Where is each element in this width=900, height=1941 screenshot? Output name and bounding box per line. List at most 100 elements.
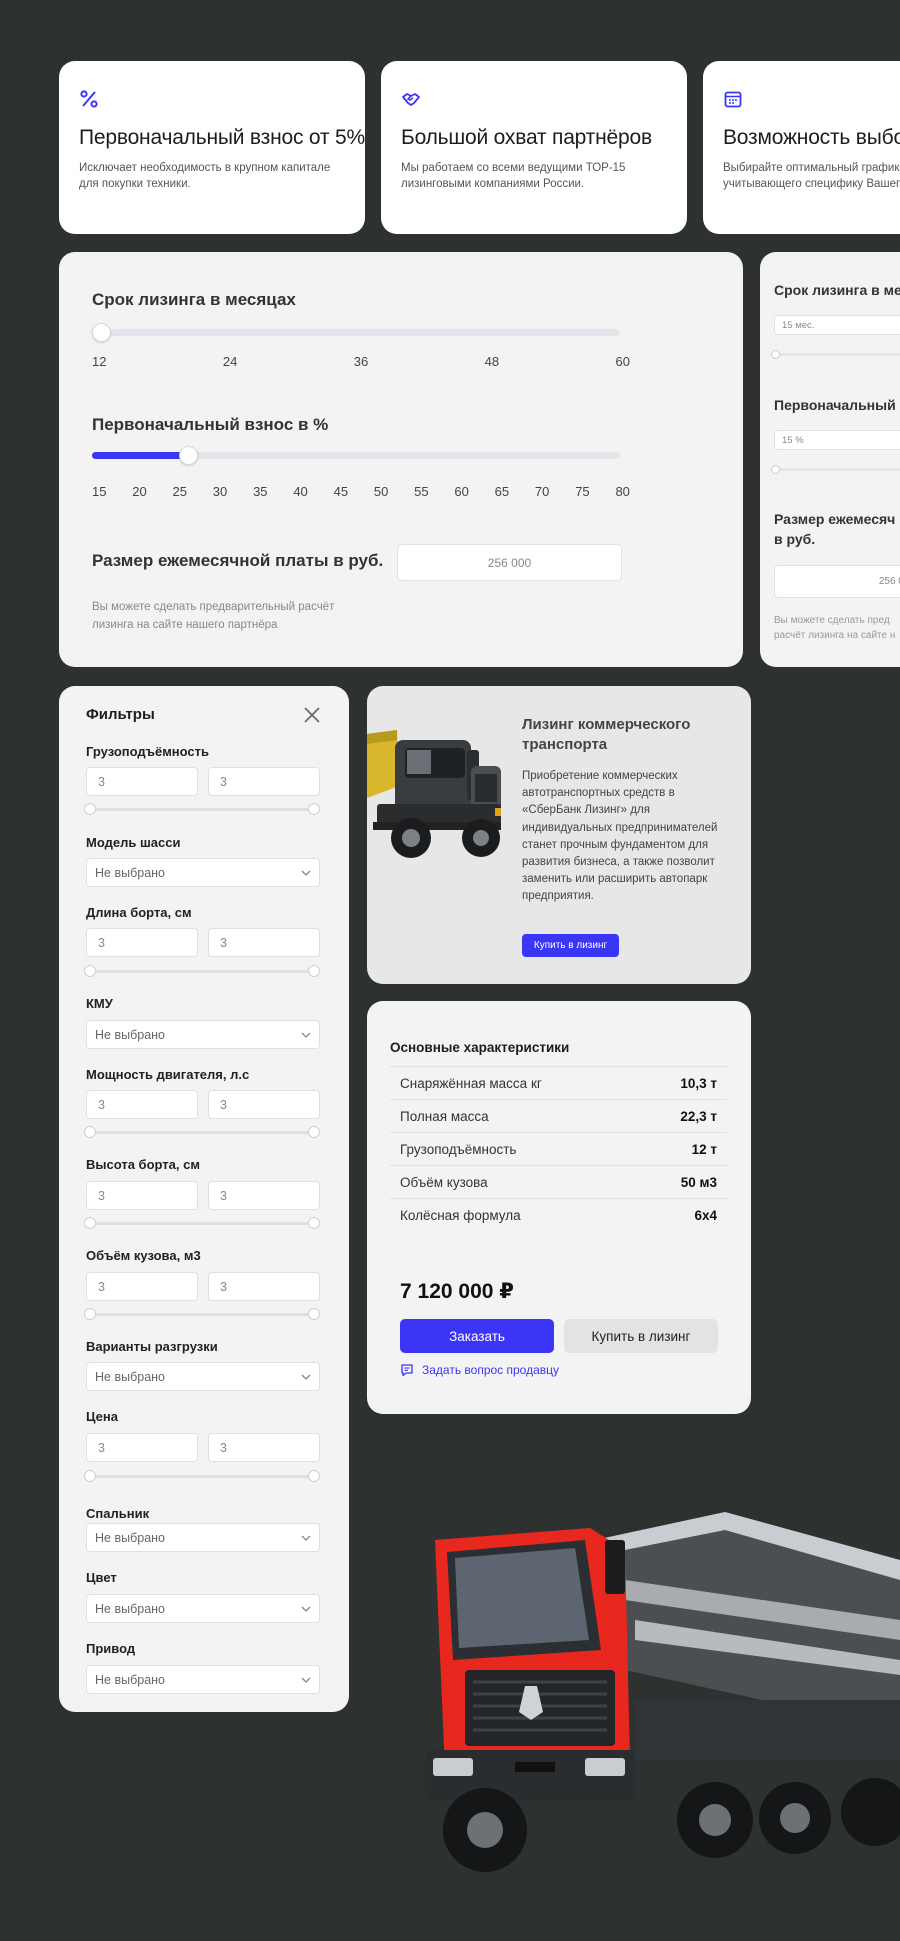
term-slider-thumb[interactable] (92, 323, 111, 342)
range-handle-min[interactable] (84, 1126, 96, 1138)
range-handle-max[interactable] (308, 965, 320, 977)
term-ticks: 12 24 36 48 60 (92, 354, 630, 369)
body-volume-to-input[interactable]: 3 (208, 1272, 320, 1301)
spec-name: Грузоподъёмность (400, 1141, 517, 1157)
range-handle-min[interactable] (84, 803, 96, 815)
down-payment-label: Первоначальный взнос в % (92, 415, 329, 434)
calendar-icon (724, 91, 742, 108)
price: 7 120 000 ₽ (400, 1280, 514, 1303)
term-slider[interactable] (92, 323, 620, 342)
chevron-down-icon (301, 1535, 311, 1541)
down-payment-tick-label: 55 (414, 484, 429, 499)
side-length-from-input[interactable]: 3 (86, 928, 198, 957)
drive-value: Не выбрано (95, 1673, 165, 1687)
load-capacity-to-input[interactable]: 3 (208, 767, 320, 796)
side-height-from-input[interactable]: 3 (86, 1181, 198, 1210)
compact-down-slider[interactable] (771, 465, 900, 474)
specs-table: Снаряжённая масса кг 10,3 т Полная масса 2… (390, 1066, 727, 1231)
filter-engine-power-range: 3 3 (86, 1090, 320, 1119)
filter-drive-label: Привод (86, 1641, 136, 1656)
compact-down-thumb[interactable] (771, 465, 780, 474)
down-payment-ticks: 15 20 25 30 35 40 45 50 55 60 65 70 75 80 (92, 484, 630, 499)
range-handle-max[interactable] (308, 1308, 320, 1320)
range-handle-max[interactable] (308, 1470, 320, 1482)
dump-truck-image (367, 730, 501, 858)
down-payment-tick-label: 65 (494, 484, 510, 499)
spec-name: Полная масса (400, 1108, 489, 1124)
spec-name: Объём кузова (400, 1174, 488, 1190)
specs-title: Основные характеристики (390, 1040, 570, 1055)
unloading-select[interactable]: Не выбрано (86, 1362, 320, 1391)
drive-select[interactable]: Не выбрано (86, 1665, 320, 1694)
range-handle-min[interactable] (84, 1217, 96, 1229)
compact-payment-label: Размер ежемесяч в руб. (774, 511, 896, 547)
buy-lease-button[interactable]: Купить в лизинг (564, 1319, 718, 1353)
compact-down-field[interactable]: 15 % (774, 430, 900, 450)
sleeper-select[interactable]: Не выбрано (86, 1523, 320, 1552)
spec-row: Полная масса 22,3 т (390, 1099, 727, 1132)
color-select[interactable]: Не выбрано (86, 1594, 320, 1623)
feature-title: Большой охват партнёров (401, 126, 652, 149)
side-height-slider[interactable] (84, 1217, 320, 1229)
spec-row: Грузоподъёмность 12 т (390, 1132, 727, 1165)
spec-name: Колёсная формула (400, 1207, 521, 1223)
load-capacity-slider[interactable] (84, 803, 320, 815)
chat-icon (401, 1364, 413, 1377)
range-handle-max[interactable] (308, 1126, 320, 1138)
price-from-input[interactable]: 3 (86, 1433, 198, 1462)
specs-card: Основные характеристики Снаряжённая масс… (367, 1001, 751, 1414)
chevron-down-icon (301, 1606, 311, 1612)
spec-row: Снаряжённая масса кг 10,3 т (390, 1066, 727, 1099)
compact-payment-field[interactable]: 256 000 (774, 565, 900, 598)
filters-title: Фильтры (86, 706, 155, 723)
down-payment-tick-label: 40 (293, 484, 308, 499)
down-payment-slider[interactable] (92, 446, 620, 465)
down-payment-tick-label: 75 (575, 484, 590, 499)
filter-price-label: Цена (86, 1409, 118, 1424)
calculator-note: Вы можете сделать предварительный расчёт… (92, 601, 335, 631)
range-handle-max[interactable] (308, 1217, 320, 1229)
spec-value: 22,3 т (680, 1108, 717, 1124)
compact-term-field[interactable]: 15 мес. (774, 315, 900, 335)
leasing-calculator: Срок лизинга в месяцах 12 24 36 48 60 Первон… (59, 252, 743, 667)
engine-power-from-input[interactable]: 3 (86, 1090, 198, 1119)
promo-title: Лизинг коммерческого транспорта (522, 716, 691, 753)
filter-unloading-label: Варианты разгрузки (86, 1339, 218, 1354)
range-handle-min[interactable] (84, 1308, 96, 1320)
chassis-model-value: Не выбрано (95, 866, 165, 880)
range-handle-min[interactable] (84, 965, 96, 977)
load-capacity-from-input[interactable]: 3 (86, 767, 198, 796)
order-button[interactable]: Заказать (400, 1319, 554, 1353)
compact-term-thumb[interactable] (771, 350, 780, 359)
promo-lease-button[interactable]: Купить в лизинг (522, 934, 619, 957)
spec-value: 50 м3 (680, 1174, 717, 1190)
side-height-to-input[interactable]: 3 (208, 1181, 320, 1210)
price-to-input[interactable]: 3 (208, 1433, 320, 1462)
price-slider[interactable] (84, 1470, 320, 1482)
close-icon[interactable] (302, 705, 322, 725)
chevron-down-icon (301, 1374, 311, 1380)
kmu-select[interactable]: Не выбрано (86, 1020, 320, 1049)
engine-power-slider[interactable] (84, 1126, 320, 1138)
down-payment-tick-label: 70 (534, 484, 550, 499)
chassis-model-select[interactable]: Не выбрано (86, 858, 320, 887)
term-tick-label: 36 (353, 354, 369, 369)
side-length-to-input[interactable]: 3 (208, 928, 320, 957)
ask-seller-link[interactable]: Задать вопрос продавцу (400, 1363, 559, 1377)
range-handle-max[interactable] (308, 803, 320, 815)
compact-term-slider[interactable] (771, 350, 900, 359)
filter-body-volume-label: Объём кузова, м3 (86, 1248, 201, 1263)
promo-description: Приобретение коммерческих автотранспортн… (522, 770, 718, 903)
body-volume-slider[interactable] (84, 1308, 320, 1320)
down-payment-slider-thumb[interactable] (179, 446, 199, 465)
side-length-slider[interactable] (84, 965, 320, 977)
range-handle-min[interactable] (84, 1470, 96, 1482)
body-volume-from-input[interactable]: 3 (86, 1272, 198, 1301)
monthly-payment-field[interactable]: 256 000 (397, 544, 622, 581)
filter-chassis-label: Модель шасси (86, 835, 181, 850)
color-value: Не выбрано (95, 1602, 165, 1616)
down-payment-tick-label: 30 (212, 484, 228, 499)
down-payment-tick-label: 80 (615, 484, 630, 499)
handshake-icon (402, 93, 420, 106)
engine-power-to-input[interactable]: 3 (208, 1090, 320, 1119)
